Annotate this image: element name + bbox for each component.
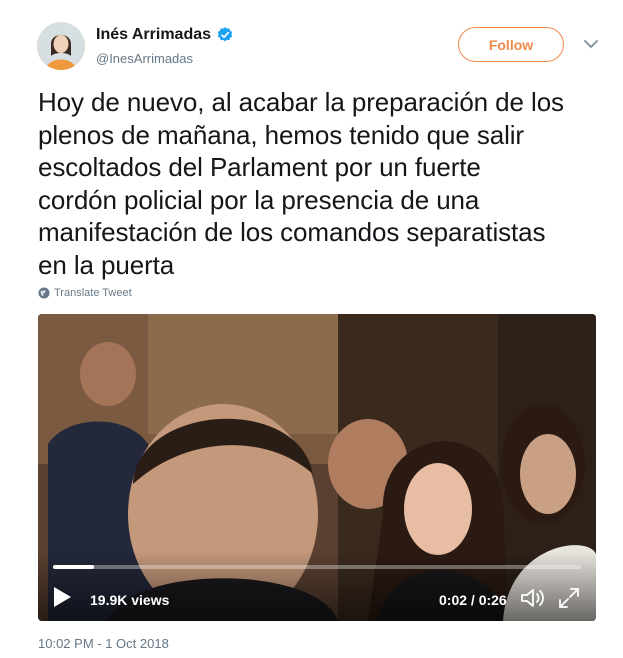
play-icon[interactable] <box>52 586 72 608</box>
tweet-header: Inés Arrimadas @InesArrimadas Follow <box>37 22 599 72</box>
chevron-down-icon[interactable] <box>583 38 599 50</box>
video-player[interactable]: 19.9K views 0:02 / 0:26 <box>38 314 596 621</box>
tweet-timestamp[interactable]: 10:02 PM - 1 Oct 2018 <box>38 636 169 651</box>
video-time: 0:02 / 0:26 <box>439 592 507 608</box>
follow-button[interactable]: Follow <box>458 27 564 62</box>
avatar-portrait <box>37 22 85 70</box>
controls-overlay <box>38 551 596 621</box>
verified-badge-icon <box>217 27 233 42</box>
tweet-text-line: manifestación de los comandos separatist… <box>38 217 546 247</box>
progress-bar[interactable] <box>53 565 581 569</box>
author-name-row: Inés Arrimadas <box>96 26 234 44</box>
globe-icon <box>38 287 50 299</box>
progress-fill <box>53 565 94 569</box>
volume-icon[interactable] <box>520 587 546 609</box>
tweet-text-line: cordón policial por la presencia de una <box>38 184 480 215</box>
translate-label: Translate Tweet <box>54 287 132 299</box>
tweet-text-line: Hoy de nuevo, al acabar la preparación d… <box>38 87 564 117</box>
translate-tweet-link[interactable]: Translate Tweet <box>38 287 132 299</box>
tweet-text-line: en la puerta <box>38 249 175 280</box>
author-name[interactable]: Inés Arrimadas <box>96 26 211 44</box>
tweet-text-line: plenos de mañana, hemos tenido que salir <box>38 119 524 150</box>
tweet-text-line: escoltados del Parlament por un fuerte <box>38 152 481 182</box>
fullscreen-icon[interactable] <box>558 587 580 609</box>
author-handle[interactable]: @InesArrimadas <box>96 51 193 66</box>
tweet-text: Hoy de nuevo, al acabar la preparación d… <box>38 86 598 281</box>
view-count: 19.9K views <box>90 592 170 608</box>
avatar[interactable] <box>37 22 85 70</box>
